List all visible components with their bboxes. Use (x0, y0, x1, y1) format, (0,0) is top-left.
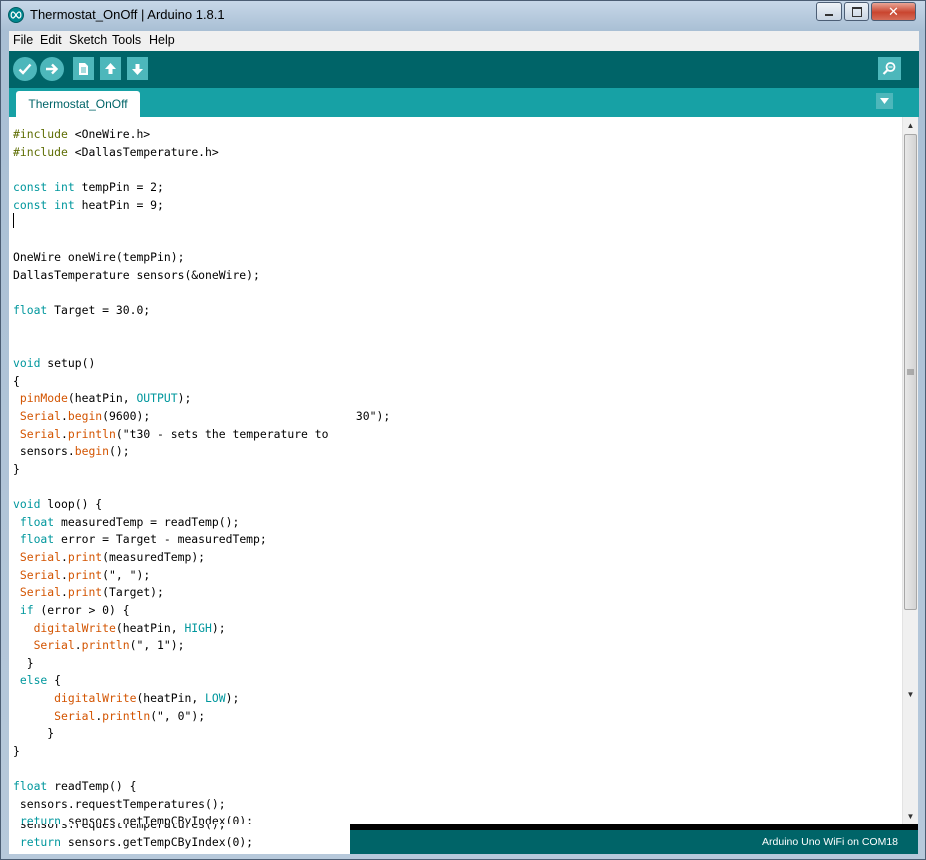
menu-edit[interactable]: Edit (40, 33, 62, 47)
tab-thermostat-onoff[interactable]: Thermostat_OnOff (16, 91, 140, 117)
code-line: } (13, 461, 20, 476)
code-line: return sensors.getTempCByIndex(0); (19, 814, 254, 824)
code-overflow-region: sensors.requestTemperatures(); return se… (9, 824, 350, 854)
code-editor[interactable]: #include <OneWire.h> #include <DallasTemp… (9, 117, 902, 824)
code-line: DallasTemperature sensors(&oneWire); (13, 268, 260, 282)
code-line: const int tempPin = 2; (13, 179, 164, 194)
verify-icon (18, 63, 32, 75)
grip-icon (907, 369, 914, 375)
code-line: } (13, 726, 55, 741)
code-line: } (13, 743, 20, 758)
code-text: #include <OneWire.h> #include <DallasTemp… (13, 126, 390, 824)
scroll-thumb[interactable] (904, 134, 917, 610)
open-icon (105, 62, 116, 74)
board-port-status: Arduino Uno WiFi on COM18 (762, 836, 898, 848)
menu-help[interactable]: Help (149, 33, 175, 47)
tab-menu-button[interactable] (876, 93, 893, 109)
new-button[interactable] (73, 57, 94, 80)
code-line: else { (19, 673, 62, 688)
arduino-ide-window: Thermostat_OnOff | Arduino 1.8.1 ✕ File … (0, 0, 926, 860)
upload-button[interactable] (40, 57, 64, 81)
toolbar (9, 51, 919, 88)
status-bar: Arduino Uno WiFi on COM18 (350, 830, 918, 854)
code-line: if (error > 0) { (19, 602, 130, 617)
window-title: Thermostat_OnOff | Arduino 1.8.1 (30, 7, 225, 22)
title-bar[interactable]: Thermostat_OnOff | Arduino 1.8.1 ✕ (1, 1, 926, 29)
maximize-button[interactable] (844, 2, 869, 21)
code-line: return sensors.getTempCByIndex(0); (19, 834, 254, 849)
code-line: Serial.print(", "); (19, 567, 151, 582)
code-line: Serial.print(measuredTemp); (19, 550, 206, 564)
code-line: pinMode(heatPin, OUTPUT); (19, 391, 192, 406)
code-line: float measuredTemp = readTemp(); (19, 514, 240, 529)
scroll-marker-icon: ▼ (906, 689, 915, 699)
code-line: Serial.begin(9600); 30"); (19, 409, 391, 423)
code-line: void loop() { (13, 497, 103, 512)
code-line: } (13, 851, 253, 854)
code-line: { (13, 373, 20, 388)
code-tail-text: sensors.requestTemperatures(); return se… (13, 824, 253, 854)
code-line: void setup() (13, 356, 96, 371)
serial-monitor-button[interactable] (878, 57, 901, 80)
code-line: #include <DallasTemperature.h> (13, 144, 219, 159)
maximize-icon (851, 6, 862, 17)
code-line: #include <OneWire.h> (13, 127, 151, 141)
text-caret (13, 213, 14, 228)
menu-file[interactable]: File (13, 33, 33, 47)
code-line: float Target = 30.0; (13, 303, 151, 318)
minimize-button[interactable] (816, 2, 842, 21)
menu-sketch[interactable]: Sketch (69, 33, 107, 47)
new-icon (79, 62, 88, 75)
open-button[interactable] (100, 57, 121, 80)
code-line: float error = Target - measuredTemp; (19, 532, 267, 547)
save-button[interactable] (127, 57, 148, 80)
chevron-down-icon (880, 98, 889, 104)
code-line: Serial.println(", 0"); (54, 708, 206, 723)
editor-vertical-scrollbar[interactable]: ▲ ▼ ▼ (902, 117, 918, 824)
upload-icon (46, 63, 59, 75)
code-line: sensors.requestTemperatures(); (13, 796, 226, 811)
menu-bar: File Edit Sketch Tools Help (9, 31, 919, 52)
code-line: OneWire oneWire(tempPin); (13, 250, 185, 265)
verify-button[interactable] (13, 57, 37, 81)
scroll-down-icon[interactable]: ▼ (903, 808, 918, 824)
code-line: digitalWrite(heatPin, LOW); (54, 691, 240, 705)
close-icon: ✕ (888, 3, 899, 19)
code-line: Serial.println("t30 - sets the temperatu… (19, 426, 329, 441)
minimize-icon (825, 13, 833, 16)
code-line: float readTemp() { (13, 779, 137, 794)
code-line: sensors.begin(); (13, 444, 130, 459)
save-icon (132, 63, 143, 75)
code-line: sensors.requestTemperatures(); (13, 824, 226, 831)
menu-tools[interactable]: Tools (112, 33, 141, 47)
arduino-infinity-icon (8, 7, 24, 23)
code-line: } (13, 655, 34, 670)
code-line: const int heatPin = 9; (13, 197, 164, 212)
code-line: digitalWrite(heatPin, HIGH); (33, 620, 226, 635)
tab-strip: Thermostat_OnOff (9, 88, 919, 117)
code-line: Serial.print(Target); (19, 585, 164, 600)
close-button[interactable]: ✕ (871, 2, 916, 21)
code-line: Serial.println(", 1"); (33, 638, 185, 653)
scroll-up-icon[interactable]: ▲ (903, 117, 918, 133)
serial-monitor-icon (882, 62, 896, 75)
